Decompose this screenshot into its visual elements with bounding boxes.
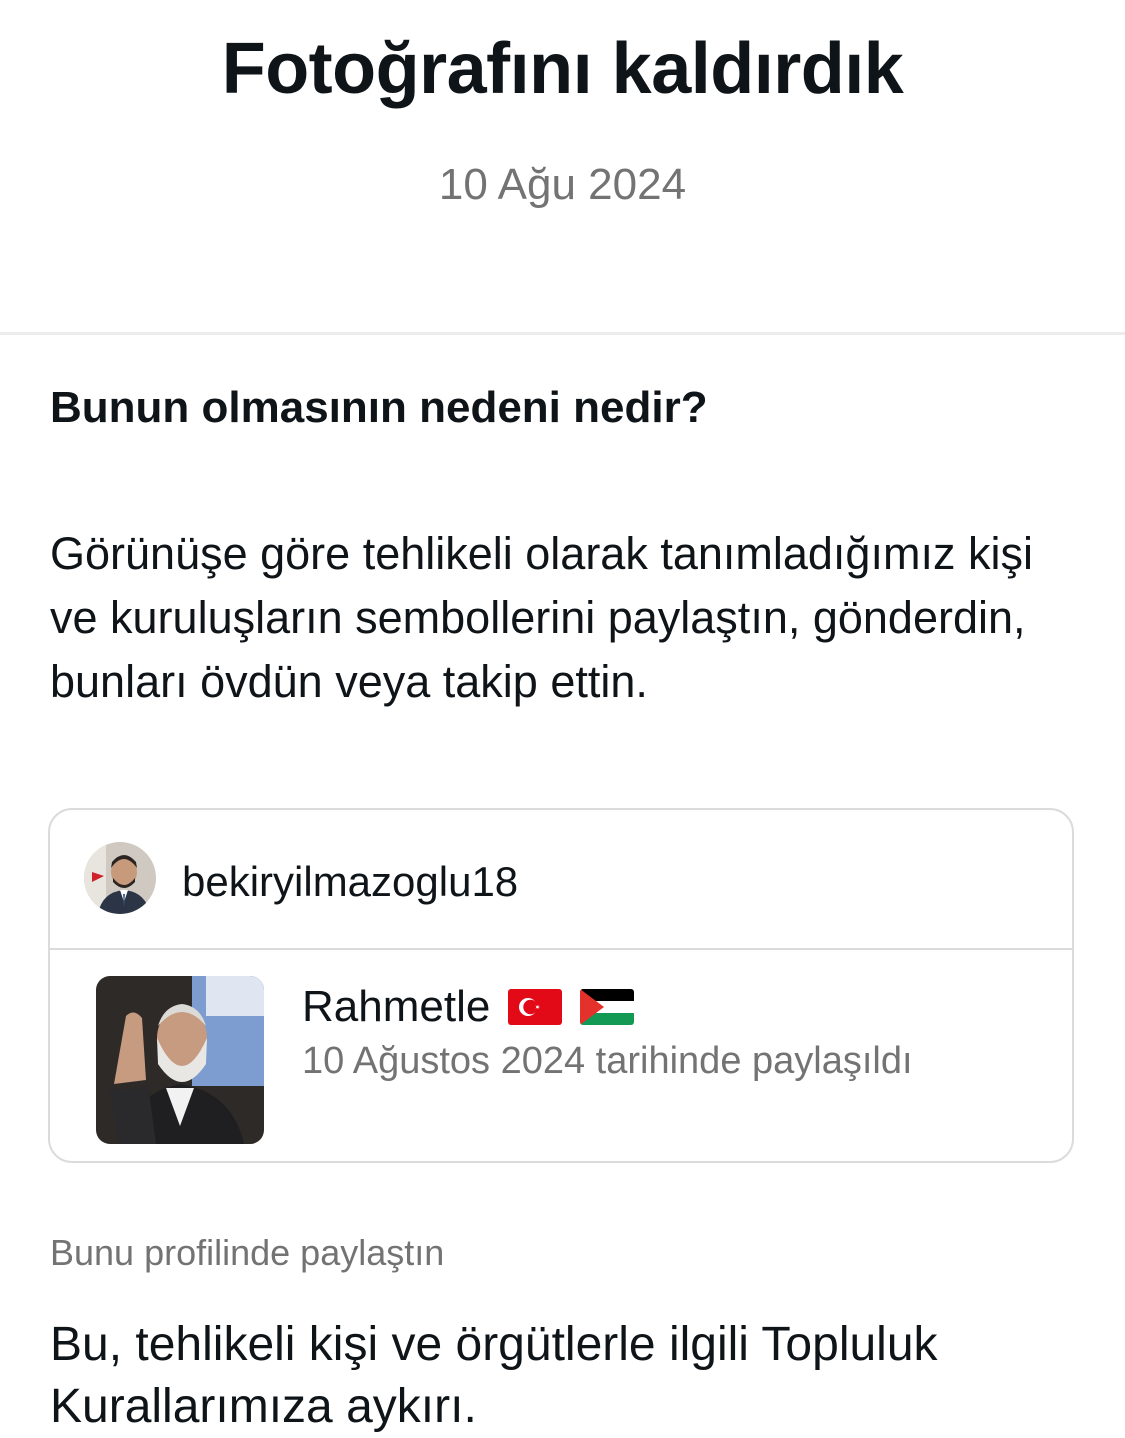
- palestine-flag-icon: [580, 989, 635, 1025]
- shared-note: Bunu profilinde paylaştın: [50, 1232, 445, 1273]
- post-thumbnail[interactable]: [96, 976, 264, 1144]
- caption-row: Rahmetle: [302, 982, 635, 1032]
- turkey-flag-icon: [508, 989, 563, 1025]
- shared-date: 10 Ağustos 2024 tarihinde paylaşıldı: [302, 1040, 913, 1082]
- violation-text: Bu, tehlikeli kişi ve örgütlerle ilgili …: [50, 1318, 938, 1433]
- section-heading: Bunun olmasının nedeni nedir?: [50, 383, 708, 432]
- divider: [0, 332, 1125, 335]
- post-card[interactable]: bekiryilmazoglu18 Rahmetle 10 Ağustos 20…: [48, 808, 1074, 1163]
- username[interactable]: bekiryilmazoglu18: [182, 858, 518, 906]
- reason-text: Görünüşe göre tehlikeli olarak tanımladı…: [50, 528, 1033, 707]
- page-title: Fotoğrafını kaldırdık: [221, 29, 904, 109]
- removal-date: 10 Ağu 2024: [438, 160, 687, 209]
- post-card-header: bekiryilmazoglu18: [50, 810, 1072, 950]
- post-caption: Rahmetle: [302, 982, 491, 1031]
- avatar: [84, 842, 156, 914]
